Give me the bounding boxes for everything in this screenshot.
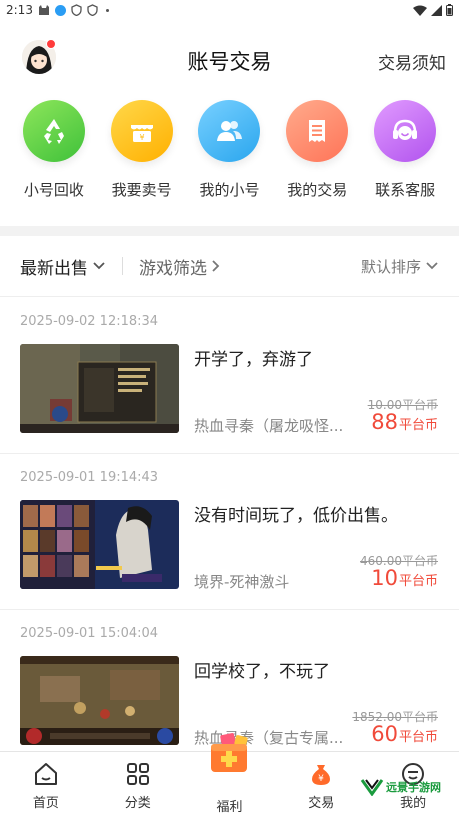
- header: 账号交易 交易须知: [0, 28, 459, 90]
- battery-icon: [446, 4, 453, 16]
- wifi-icon: [413, 5, 427, 16]
- chevron-right-icon: [212, 260, 220, 272]
- listing-title: 没有时间玩了，低价出售。: [194, 506, 398, 526]
- listing-game-name: 境界-死神激斗: [194, 573, 290, 591]
- tab-home[interactable]: 首页: [0, 752, 92, 816]
- shield-notification-icon: [71, 4, 82, 16]
- listing-price-unit: 平台币: [398, 574, 438, 589]
- quick-menu: 小号回收 ¥ 我要卖号 我的小号 我的交易 联系客服: [0, 100, 459, 210]
- quick-menu-my-accounts[interactable]: 我的小号: [187, 100, 271, 210]
- watermark-logo-icon: [360, 779, 384, 796]
- filter-bar: 最新出售 游戏筛选 默认排序: [0, 236, 459, 297]
- quick-menu-label: 我的小号: [199, 181, 260, 199]
- listing-card[interactable]: 2025-09-01 19:14:43 没有时间玩了，低价出售。 境界-死神激斗…: [0, 454, 459, 610]
- shield-notification-icon-2: [87, 4, 98, 16]
- more-notifications-dot: [105, 8, 109, 12]
- listing-price-value: 60: [371, 722, 398, 746]
- tab-label: 分类: [124, 796, 151, 811]
- money-bag-icon: ¥: [312, 765, 331, 785]
- quick-menu-label: 联系客服: [375, 181, 436, 199]
- listing-title: 开学了，弃游了: [194, 350, 313, 370]
- chevron-down-icon: [426, 262, 438, 270]
- quick-menu-customer-service[interactable]: 联系客服: [363, 100, 447, 210]
- signal-icon: [431, 4, 442, 16]
- tab-label: 福利: [216, 800, 243, 815]
- quick-menu-my-trades[interactable]: 我的交易: [275, 100, 359, 210]
- listing-game-name: 热血寻秦（屠龙吸怪...: [194, 417, 344, 435]
- chevron-down-icon: [93, 262, 105, 270]
- status-time: 2:13: [6, 3, 33, 17]
- home-icon: [34, 763, 57, 785]
- listing-price: 88 平台币: [371, 410, 438, 434]
- tab-label: 首页: [32, 796, 59, 811]
- status-bar: 2:13: [0, 0, 459, 20]
- trade-notice-link[interactable]: 交易须知: [378, 49, 446, 74]
- sort-dropdown[interactable]: 默认排序: [361, 256, 439, 277]
- game-filter-label: 游戏筛选: [139, 258, 207, 279]
- watermark-text: 远景手游网: [386, 781, 441, 794]
- listing-time: 2025-09-02 12:18:34: [20, 314, 159, 329]
- svg-text:¥: ¥: [318, 774, 324, 784]
- headset-icon: [393, 119, 418, 140]
- listing-price-unit: 平台币: [398, 730, 438, 745]
- grid-icon: [126, 763, 149, 785]
- listing-thumbnail: [20, 344, 179, 433]
- gift-icon: [211, 733, 249, 772]
- filter-divider: [122, 257, 123, 275]
- listing-price-value: 88: [371, 410, 398, 434]
- tab-label: 交易: [308, 796, 335, 811]
- tab-category[interactable]: 分类: [92, 752, 184, 816]
- quick-menu-label: 小号回收: [23, 181, 84, 199]
- listing-title: 回学校了，不玩了: [194, 662, 330, 682]
- listing-price: 60 平台币: [371, 722, 438, 746]
- sort-label: 默认排序: [360, 257, 421, 276]
- listing-time: 2025-09-01 19:14:43: [20, 470, 159, 485]
- latest-sale-filter[interactable]: 最新出售: [20, 254, 106, 279]
- quick-menu-label: 我的交易: [287, 181, 348, 199]
- listing-card[interactable]: 2025-09-02 12:18:34 开学了，弃游了 热血寻秦（屠龙吸怪...…: [0, 298, 459, 454]
- listing-thumbnail: [20, 500, 179, 589]
- quick-menu-sell-account[interactable]: ¥ 我要卖号: [100, 100, 184, 210]
- quick-menu-account-recycle[interactable]: 小号回收: [12, 100, 96, 210]
- watermark: 远景手游网: [360, 778, 441, 796]
- shop-icon: ¥: [130, 125, 153, 142]
- listing-price-value: 10: [371, 566, 398, 590]
- tab-trade[interactable]: ¥ 交易: [275, 752, 367, 816]
- tab-welfare[interactable]: 福利: [184, 733, 276, 816]
- listing-list: 2025-09-02 12:18:34 开学了，弃游了 热血寻秦（屠龙吸怪...…: [0, 298, 459, 766]
- cat-notification-icon: [38, 5, 49, 15]
- download-notification-icon: [54, 4, 66, 16]
- section-divider: [0, 226, 459, 236]
- listing-time: 2025-09-01 15:04:04: [20, 626, 159, 641]
- listing-price: 10 平台币: [371, 566, 438, 590]
- receipt-icon: [309, 120, 326, 142]
- recycle-icon: [43, 119, 64, 144]
- users-icon: [217, 121, 243, 141]
- quick-menu-label: 我要卖号: [111, 181, 172, 199]
- svg-text:¥: ¥: [139, 133, 144, 142]
- listing-price-unit: 平台币: [398, 418, 438, 433]
- latest-sale-label: 最新出售: [20, 258, 88, 279]
- game-filter[interactable]: 游戏筛选: [139, 254, 221, 279]
- listing-thumbnail: [20, 656, 179, 745]
